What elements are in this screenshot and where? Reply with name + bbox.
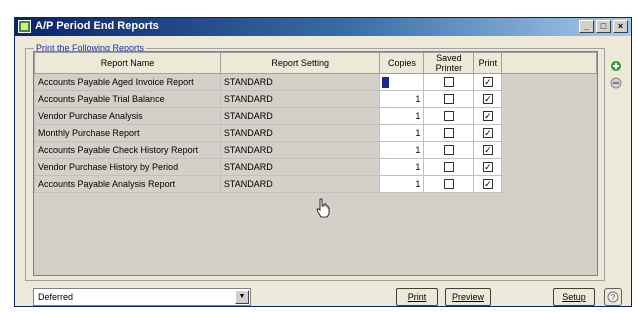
row-filler [501, 90, 597, 108]
print-cell[interactable]: ✓ [473, 158, 503, 176]
copies-cell[interactable]: 1 [379, 158, 425, 176]
table-row[interactable]: Accounts Payable Analysis Report STANDARD… [34, 175, 597, 193]
report-name-cell[interactable]: Accounts Payable Check History Report [34, 141, 221, 159]
table-row[interactable]: Accounts Payable Trial Balance STANDARD 1 ✓ [34, 90, 597, 108]
print-checkbox[interactable]: ✓ [482, 162, 493, 173]
saved-printer-checkbox[interactable] [443, 128, 454, 139]
chevron-down-icon[interactable]: ▼ [235, 290, 249, 304]
report-setting-cell[interactable]: STANDARD [219, 175, 381, 193]
report-setting-cell[interactable]: STANDARD [219, 141, 381, 159]
report-name-cell[interactable]: Monthly Purchase Report [34, 124, 221, 142]
help-icon[interactable]: ? [604, 288, 622, 306]
report-name-cell[interactable]: Accounts Payable Aged Invoice Report [34, 73, 221, 91]
ap-period-end-window: A/P Period End Reports _ □ × Print the F… [14, 17, 632, 307]
header-report-name[interactable]: Report Name [34, 52, 221, 74]
row-filler [501, 73, 597, 91]
table-body: Accounts Payable Aged Invoice Report STAN… [34, 73, 597, 193]
saved-printer-cell[interactable] [423, 124, 475, 142]
preview-button[interactable]: Preview [445, 288, 491, 306]
copies-cell[interactable]: 1 [379, 107, 425, 125]
edit-caret [382, 76, 390, 88]
table-row[interactable]: Monthly Purchase Report STANDARD 1 ✓ [34, 124, 597, 142]
print-checkbox[interactable]: ✓ [482, 94, 493, 105]
report-name-cell[interactable]: Accounts Payable Analysis Report [34, 175, 221, 193]
copies-cell[interactable]: 1 [379, 175, 425, 193]
table-row[interactable]: Vendor Purchase Analysis STANDARD 1 ✓ [34, 107, 597, 125]
header-print[interactable]: Print [473, 52, 503, 74]
setup-button[interactable]: Setup [553, 288, 595, 306]
report-name-cell[interactable]: Vendor Purchase Analysis [34, 107, 221, 125]
maximize-button[interactable]: □ [596, 20, 611, 33]
header-row: Report Name Report Setting Copies Saved … [34, 52, 597, 74]
copies-cell[interactable] [379, 73, 425, 91]
print-mode-value: Deferred [38, 292, 74, 302]
add-row-icon[interactable] [609, 59, 623, 73]
row-filler [501, 107, 597, 125]
saved-printer-cell[interactable] [423, 175, 475, 193]
saved-printer-checkbox[interactable] [443, 145, 454, 156]
print-cell[interactable]: ✓ [473, 141, 503, 159]
report-setting-cell[interactable]: STANDARD [219, 158, 381, 176]
header-filler [501, 52, 597, 74]
print-checkbox[interactable]: ✓ [482, 145, 493, 156]
saved-printer-cell[interactable] [423, 73, 475, 91]
hand-cursor-icon [315, 198, 331, 223]
print-mode-select[interactable]: Deferred ▼ [33, 288, 251, 306]
row-filler [501, 141, 597, 159]
saved-printer-cell[interactable] [423, 141, 475, 159]
saved-printer-checkbox[interactable] [443, 111, 454, 122]
print-checkbox[interactable]: ✓ [482, 179, 493, 190]
saved-printer-checkbox[interactable] [443, 179, 454, 190]
table-row[interactable]: Vendor Purchase History by Period STANDAR… [34, 158, 597, 176]
report-name-cell[interactable]: Accounts Payable Trial Balance [34, 90, 221, 108]
print-cell[interactable]: ✓ [473, 124, 503, 142]
report-setting-cell[interactable]: STANDARD [219, 90, 381, 108]
report-name-cell[interactable]: Vendor Purchase History by Period [34, 158, 221, 176]
print-cell[interactable]: ✓ [473, 175, 503, 193]
print-checkbox[interactable]: ✓ [482, 111, 493, 122]
row-filler [501, 175, 597, 193]
delete-row-icon[interactable] [609, 76, 623, 90]
reports-grid: Report Name Report Setting Copies Saved … [33, 51, 598, 276]
print-button[interactable]: Print [396, 288, 438, 306]
header-report-setting[interactable]: Report Setting [219, 52, 381, 74]
table-row[interactable]: Accounts Payable Aged Invoice Report STAN… [34, 73, 597, 91]
copies-cell[interactable]: 1 [379, 141, 425, 159]
report-setting-cell[interactable]: STANDARD [219, 107, 381, 125]
header-saved-printer[interactable]: Saved Printer [423, 52, 475, 74]
report-setting-cell[interactable]: STANDARD [219, 73, 381, 91]
window-title: A/P Period End Reports [35, 20, 159, 32]
table-row[interactable]: Accounts Payable Check History Report STA… [34, 141, 597, 159]
svg-text:?: ? [611, 293, 616, 302]
saved-printer-cell[interactable] [423, 90, 475, 108]
print-checkbox[interactable]: ✓ [482, 128, 493, 139]
saved-printer-cell[interactable] [423, 158, 475, 176]
saved-printer-cell[interactable] [423, 107, 475, 125]
header-copies[interactable]: Copies [379, 52, 425, 74]
saved-printer-checkbox[interactable] [443, 94, 454, 105]
title-bar: A/P Period End Reports _ □ × [15, 18, 631, 36]
app-icon [18, 20, 31, 33]
minimize-button[interactable]: _ [579, 20, 594, 33]
row-filler [501, 158, 597, 176]
print-checkbox[interactable]: ✓ [482, 77, 493, 88]
copies-cell[interactable]: 1 [379, 124, 425, 142]
report-setting-cell[interactable]: STANDARD [219, 124, 381, 142]
saved-printer-checkbox[interactable] [443, 77, 454, 88]
print-cell[interactable]: ✓ [473, 73, 503, 91]
copies-cell[interactable]: 1 [379, 90, 425, 108]
row-filler [501, 124, 597, 142]
saved-printer-checkbox[interactable] [443, 162, 454, 173]
reports-table: Report Name Report Setting Copies Saved … [34, 52, 597, 193]
close-button[interactable]: × [613, 20, 628, 33]
print-cell[interactable]: ✓ [473, 90, 503, 108]
print-cell[interactable]: ✓ [473, 107, 503, 125]
